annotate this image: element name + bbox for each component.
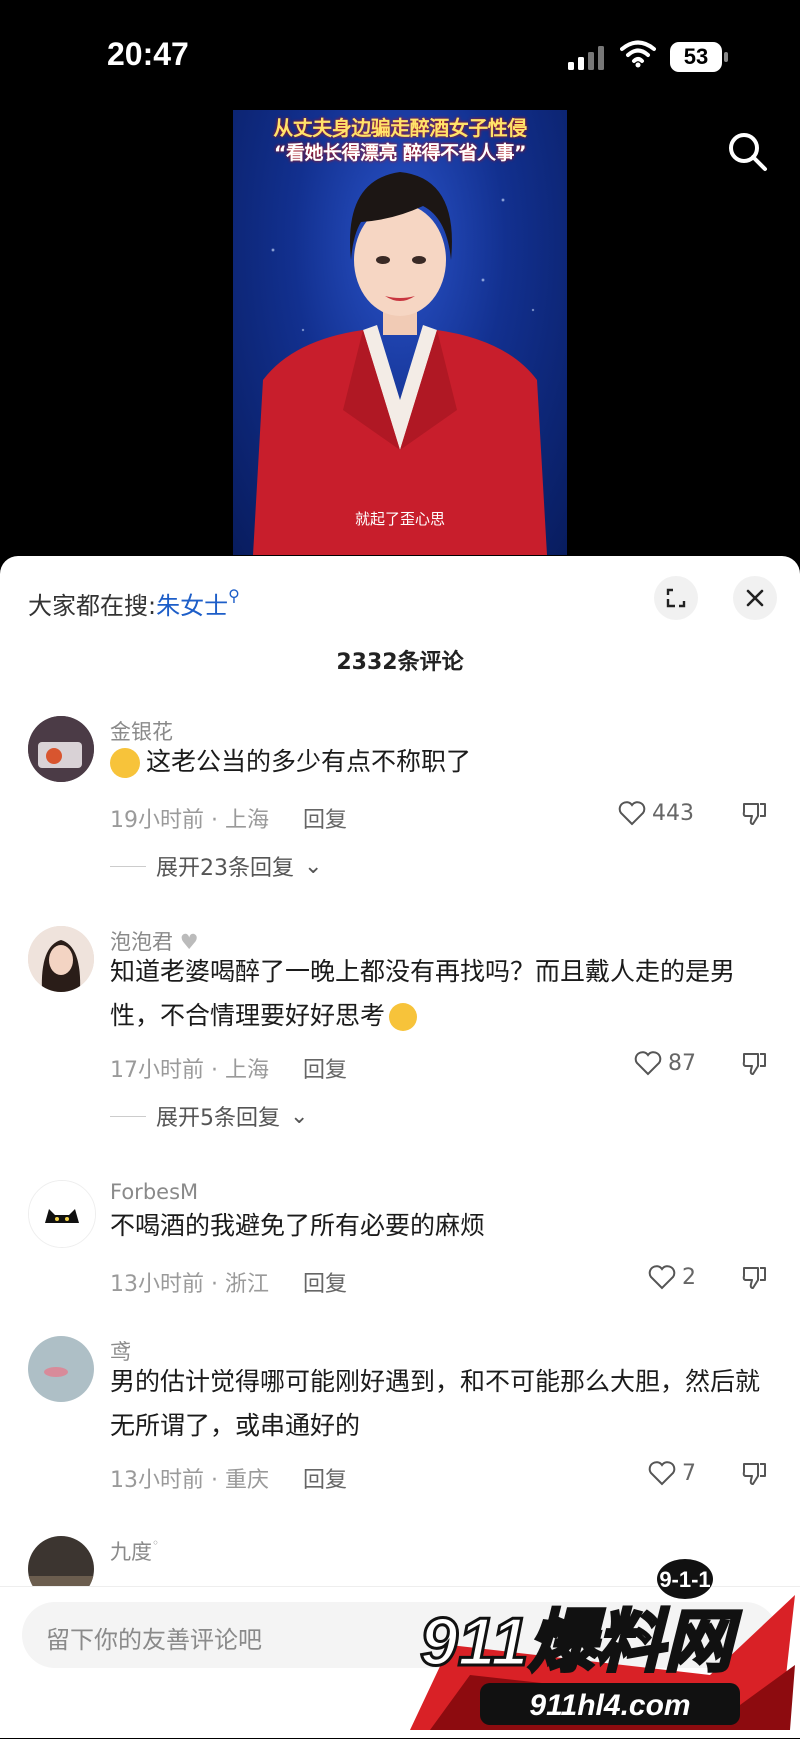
watermark-url: 911hl4.com bbox=[529, 1689, 690, 1722]
comment-text: 这老公当的多少有点不称职了 bbox=[110, 740, 760, 784]
avatar-image bbox=[29, 1181, 95, 1247]
battery-indicator: 53 bbox=[670, 42, 728, 72]
dislike-icon[interactable] bbox=[740, 1264, 768, 1292]
like-button[interactable]: 7 bbox=[648, 1460, 696, 1486]
avatar[interactable] bbox=[28, 926, 94, 992]
video-title-line2: “看她长得漂亮 醉得不省人事” bbox=[273, 142, 527, 164]
expand-sheet-button[interactable] bbox=[654, 576, 698, 620]
close-button[interactable] bbox=[733, 576, 777, 620]
video-player[interactable]: 从丈夫身边骗走醉酒女子性侵 “看她长得漂亮 醉得不省人事” 就起了歪心思 bbox=[233, 110, 567, 555]
like-count: 7 bbox=[682, 1460, 696, 1486]
hot-search[interactable]: 大家都在搜:朱女士⚲ bbox=[28, 586, 240, 621]
expand-icon bbox=[666, 588, 686, 608]
divider-line bbox=[110, 865, 146, 867]
chevron-down-icon: ⌄ bbox=[290, 1103, 309, 1129]
video-caption: 就起了歪心思 bbox=[354, 510, 445, 528]
comment-time-location: 19小时前 · 上海 bbox=[110, 808, 269, 833]
comment-count: 2332条评论 bbox=[336, 650, 464, 675]
close-icon bbox=[746, 589, 764, 607]
avatar-image bbox=[28, 1336, 94, 1402]
avatar-image bbox=[28, 716, 94, 782]
status-time: 20:47 bbox=[107, 36, 189, 72]
status-bar: 20:47 53 bbox=[0, 0, 800, 110]
dislike-icon[interactable] bbox=[740, 1460, 768, 1488]
wink-emoji-icon bbox=[389, 1003, 418, 1031]
dislike-icon[interactable] bbox=[740, 800, 768, 828]
heart-icon bbox=[648, 1461, 676, 1486]
watermark-badge: 9-1-1 bbox=[659, 1567, 710, 1592]
hot-search-label: 大家都在搜: bbox=[28, 592, 157, 620]
reply-button[interactable]: 回复 bbox=[303, 1052, 347, 1084]
like-count: 443 bbox=[652, 800, 694, 826]
search-small-icon: ⚲ bbox=[228, 586, 240, 605]
avatar[interactable] bbox=[28, 1336, 94, 1402]
cellular-signal-icon bbox=[568, 46, 604, 70]
comment-username[interactable]: 九度◦ bbox=[110, 1536, 159, 1566]
heart-icon bbox=[648, 1265, 676, 1290]
wifi-icon bbox=[620, 40, 656, 68]
like-count: 2 bbox=[682, 1264, 696, 1290]
comment-username[interactable]: ForbesM bbox=[110, 1180, 198, 1204]
dislike-icon[interactable] bbox=[740, 1050, 768, 1078]
comment-text: 知道老婆喝醉了一晚上都没有再找吗？而且戴人走的是男性，不合情理要好好思考 bbox=[110, 957, 736, 1031]
watermark-logo: 9-1-1 911爆料网 911hl4.com bbox=[410, 1555, 795, 1735]
like-button[interactable]: 443 bbox=[618, 800, 694, 826]
reply-button[interactable]: 回复 bbox=[303, 802, 347, 834]
heart-icon bbox=[618, 801, 646, 826]
hot-search-keyword[interactable]: 朱女士 bbox=[156, 592, 228, 620]
expand-replies[interactable]: 展开5条回复 ⌄ bbox=[110, 1100, 308, 1132]
watermark-graphic: 9-1-1 911爆料网 911hl4.com bbox=[410, 1559, 795, 1730]
avatar[interactable] bbox=[28, 716, 94, 782]
badge-dot-icon: ◦ bbox=[152, 1536, 160, 1550]
comment-text: 男的估计觉得哪可能刚好遇到，和不可能那么大胆，然后就无所谓了，或串通好的 bbox=[110, 1367, 761, 1440]
avatar[interactable] bbox=[28, 1180, 96, 1248]
reply-button[interactable]: 回复 bbox=[303, 1462, 347, 1494]
comment-time-location: 13小时前 · 浙江 bbox=[110, 1272, 269, 1297]
reply-button[interactable]: 回复 bbox=[303, 1266, 347, 1298]
divider-line bbox=[110, 1115, 146, 1117]
like-button[interactable]: 87 bbox=[634, 1050, 696, 1076]
avatar-image bbox=[28, 926, 94, 992]
like-button[interactable]: 2 bbox=[648, 1264, 696, 1290]
news-anchor-figure bbox=[253, 172, 547, 555]
search-icon[interactable] bbox=[726, 130, 770, 174]
expand-replies[interactable]: 展开23条回复 ⌄ bbox=[110, 850, 322, 882]
video-title-line1: 从丈夫身边骗走醉酒女子性侵 bbox=[273, 116, 527, 140]
chevron-down-icon: ⌄ bbox=[304, 853, 323, 879]
comment-time-location: 13小时前 · 重庆 bbox=[110, 1468, 269, 1493]
comment-input-placeholder: 留下你的友善评论吧 bbox=[46, 1626, 262, 1654]
flushed-emoji-icon bbox=[110, 748, 140, 778]
like-count: 87 bbox=[668, 1050, 696, 1076]
heart-icon bbox=[634, 1051, 662, 1076]
watermark-brand: 911爆料网 bbox=[420, 1604, 741, 1680]
comment-text: 不喝酒的我避免了所有必要的麻烦 bbox=[110, 1211, 486, 1240]
comment-time-location: 17小时前 · 上海 bbox=[110, 1058, 269, 1083]
